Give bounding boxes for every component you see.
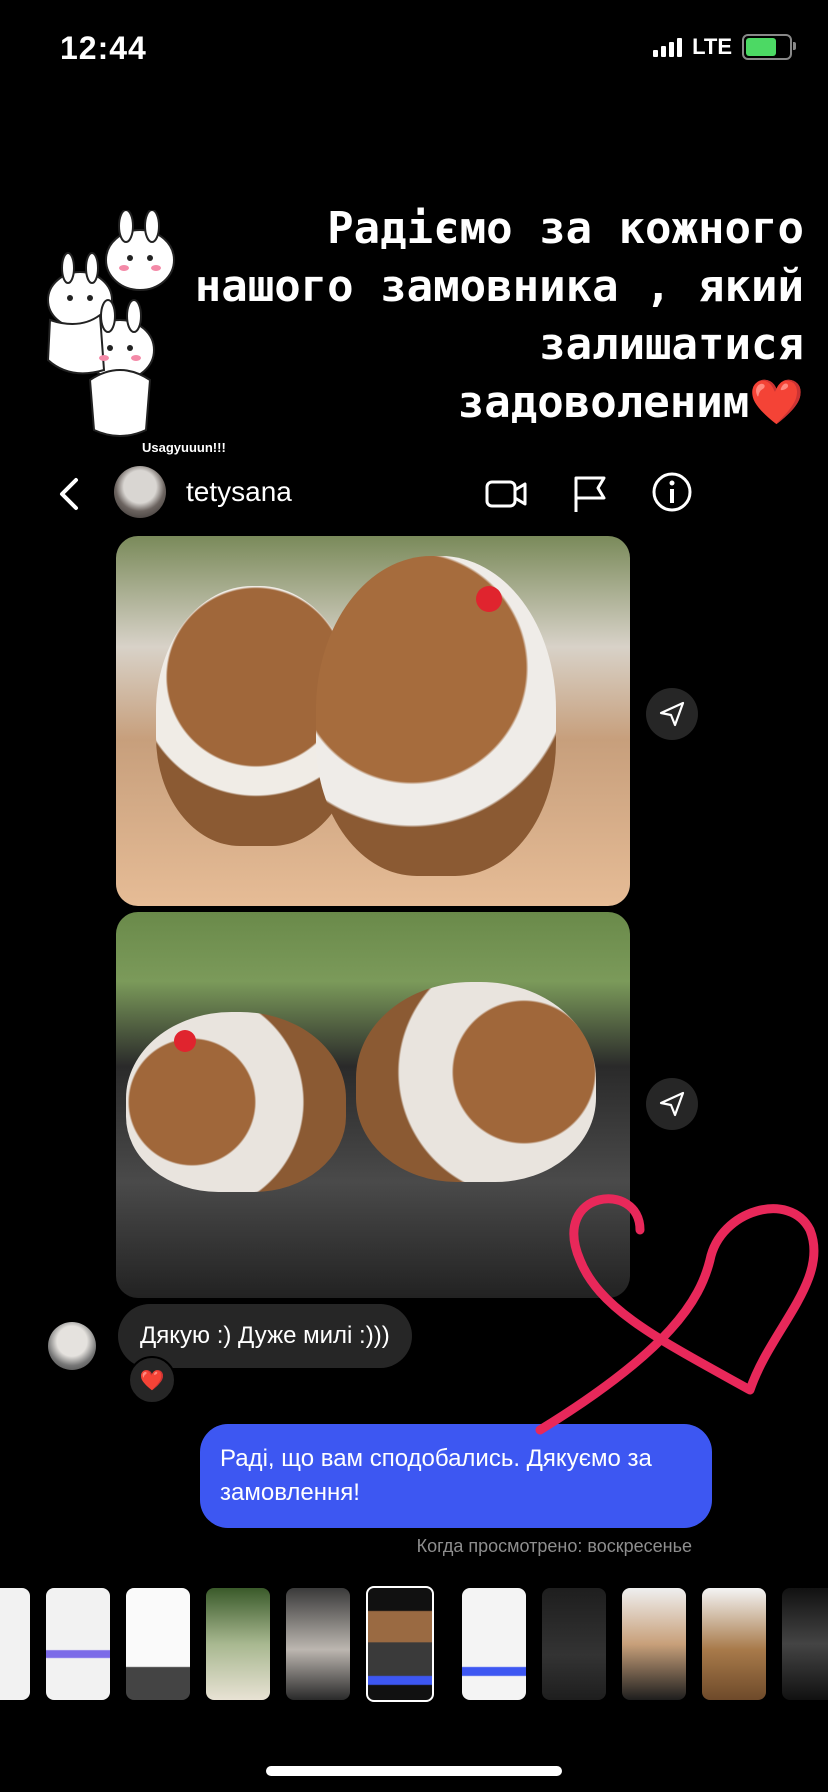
chat-header: tetysana xyxy=(22,460,726,530)
share-button[interactable] xyxy=(646,1078,698,1130)
caption-line: Радіємо за кожного xyxy=(327,203,804,254)
caption-heart-emoji: ❤️ xyxy=(749,377,804,428)
message-photo[interactable] xyxy=(116,536,630,906)
network-type: LTE xyxy=(692,34,732,59)
story-thumbnail[interactable] xyxy=(782,1588,828,1700)
story-thumbnail[interactable] xyxy=(46,1588,110,1700)
caption-line: задоволеним❤️ xyxy=(184,374,804,432)
sticker-label: Usagyuuun!!! xyxy=(142,440,226,455)
story-thumbnail[interactable] xyxy=(206,1588,270,1700)
flag-icon[interactable] xyxy=(570,472,610,516)
info-icon[interactable] xyxy=(650,470,694,514)
username[interactable]: tetysana xyxy=(186,476,292,508)
reaction-heart[interactable]: ❤️ xyxy=(128,1356,176,1404)
story-thumbnail[interactable] xyxy=(702,1588,766,1700)
sender-avatar[interactable] xyxy=(48,1322,96,1370)
home-indicator[interactable] xyxy=(266,1766,562,1776)
back-icon[interactable] xyxy=(52,474,88,514)
story-thumbnail-current[interactable] xyxy=(366,1586,434,1702)
status-indicators: LTE xyxy=(653,34,796,60)
bunny-sticker xyxy=(46,210,175,437)
toy-hedgehog xyxy=(316,556,556,876)
share-icon xyxy=(659,1091,685,1117)
share-icon xyxy=(659,701,685,727)
avatar[interactable] xyxy=(114,466,166,518)
video-call-icon[interactable] xyxy=(484,474,528,514)
caption-line: нашого замовника , який xyxy=(194,261,804,312)
toy-flower xyxy=(174,1030,196,1052)
story-thumbnail[interactable] xyxy=(462,1588,526,1700)
heart-icon: ❤️ xyxy=(139,1369,165,1392)
toy-hedgehog xyxy=(356,982,596,1182)
story-thumbnail-strip xyxy=(0,1584,828,1704)
heart-drawing xyxy=(535,1194,819,1435)
signal-icon xyxy=(653,37,683,57)
toy-hedgehog xyxy=(126,1012,346,1192)
battery-icon xyxy=(742,34,796,60)
story-thumbnail[interactable] xyxy=(622,1588,686,1700)
caption-line: залишатися xyxy=(539,319,804,370)
caption-text: задоволеним xyxy=(457,377,750,428)
share-button[interactable] xyxy=(646,688,698,740)
seen-status: Когда просмотрено: воскресенье xyxy=(416,1536,692,1556)
story-thumbnail[interactable] xyxy=(126,1588,190,1700)
toy-flower xyxy=(476,586,502,612)
story-thumbnail[interactable] xyxy=(0,1588,30,1700)
story-caption: Радіємо за кожного нашого замовника , як… xyxy=(184,200,804,432)
story-thumbnail[interactable] xyxy=(542,1588,606,1700)
status-time: 12:44 xyxy=(60,30,147,66)
status-bar: 12:44 LTE xyxy=(0,0,828,100)
story-thumbnail[interactable] xyxy=(286,1588,350,1700)
